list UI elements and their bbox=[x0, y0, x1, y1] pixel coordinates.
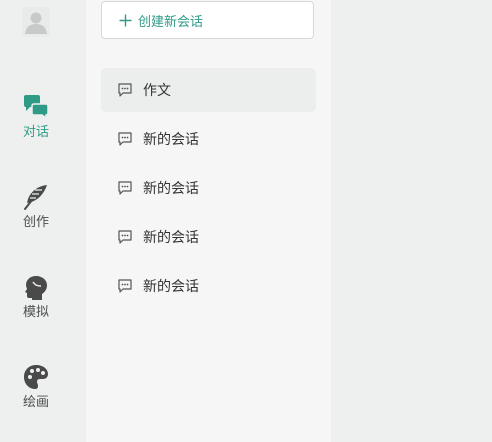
rail-label-chat: 对话 bbox=[22, 125, 49, 140]
head-profile-icon bbox=[22, 273, 50, 301]
avatar[interactable] bbox=[22, 7, 50, 37]
nav-rail: 对话 创作 模拟 绘画 bbox=[0, 0, 86, 442]
rail-item-paint[interactable]: 绘画 bbox=[0, 363, 72, 411]
conversation-title: 新的会话 bbox=[143, 279, 199, 295]
message-icon bbox=[117, 278, 133, 294]
rail-label-create: 创作 bbox=[22, 215, 49, 230]
feather-icon bbox=[22, 183, 50, 211]
new-conversation-label: 创建新会话 bbox=[138, 14, 204, 30]
rail-item-create[interactable]: 创作 bbox=[0, 183, 72, 231]
message-icon bbox=[117, 180, 133, 196]
palette-icon bbox=[22, 363, 50, 391]
rail-label-simulate: 模拟 bbox=[22, 305, 49, 320]
conversation-title: 作文 bbox=[143, 83, 171, 99]
conversation-item[interactable]: 新的会话 bbox=[101, 166, 316, 210]
conversation-item[interactable]: 作文 bbox=[101, 68, 316, 112]
chat-main-area bbox=[331, 0, 492, 442]
message-icon bbox=[117, 131, 133, 147]
user-avatar-icon bbox=[25, 12, 47, 34]
conversation-panel: 创建新会话 作文 新的会话 新的会话 新的会话 新的会话 bbox=[86, 0, 331, 442]
conversation-item[interactable]: 新的会话 bbox=[101, 117, 316, 161]
message-icon bbox=[117, 82, 133, 98]
conversation-title: 新的会话 bbox=[143, 181, 199, 197]
chat-bubbles-icon bbox=[22, 93, 50, 121]
rail-item-simulate[interactable]: 模拟 bbox=[0, 273, 72, 321]
conversation-title: 新的会话 bbox=[143, 230, 199, 246]
conversation-title: 新的会话 bbox=[143, 132, 199, 148]
conversation-item[interactable]: 新的会话 bbox=[101, 264, 316, 308]
rail-label-paint: 绘画 bbox=[22, 395, 49, 410]
rail-item-chat[interactable]: 对话 bbox=[0, 93, 72, 141]
message-icon bbox=[117, 229, 133, 245]
conversation-item[interactable]: 新的会话 bbox=[101, 215, 316, 259]
new-conversation-button[interactable]: 创建新会话 bbox=[101, 1, 314, 39]
plus-icon bbox=[118, 13, 132, 27]
